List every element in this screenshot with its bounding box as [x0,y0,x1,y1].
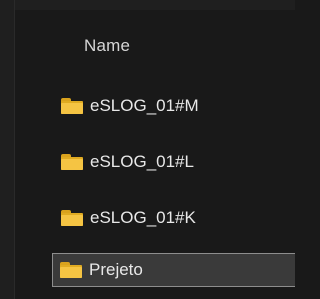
file-name: eSLOG_01#M [90,96,199,115]
top-border [0,0,295,10]
file-row-prejeto[interactable]: Prejeto [52,253,295,287]
folder-icon [60,153,84,171]
file-row-eslog-k[interactable]: eSLOG_01#K [54,201,295,235]
file-row-eslog-l[interactable]: eSLOG_01#L [54,145,295,179]
file-name: eSLOG_01#L [90,152,194,171]
column-header-name[interactable]: Name [54,26,254,66]
folder-icon [59,261,83,279]
navigation-pane-edge [0,0,15,299]
column-header-name-label: Name [84,36,131,55]
file-name: eSLOG_01#K [90,208,196,227]
file-explorer-pane: Name eSLOG_01#M eSLOG_01#L eSLOG_01#K Pr… [0,0,295,299]
folder-icon [60,97,84,115]
file-name: Prejeto [89,260,143,279]
file-row-eslog-m[interactable]: eSLOG_01#M [54,89,295,123]
folder-icon [60,209,84,227]
